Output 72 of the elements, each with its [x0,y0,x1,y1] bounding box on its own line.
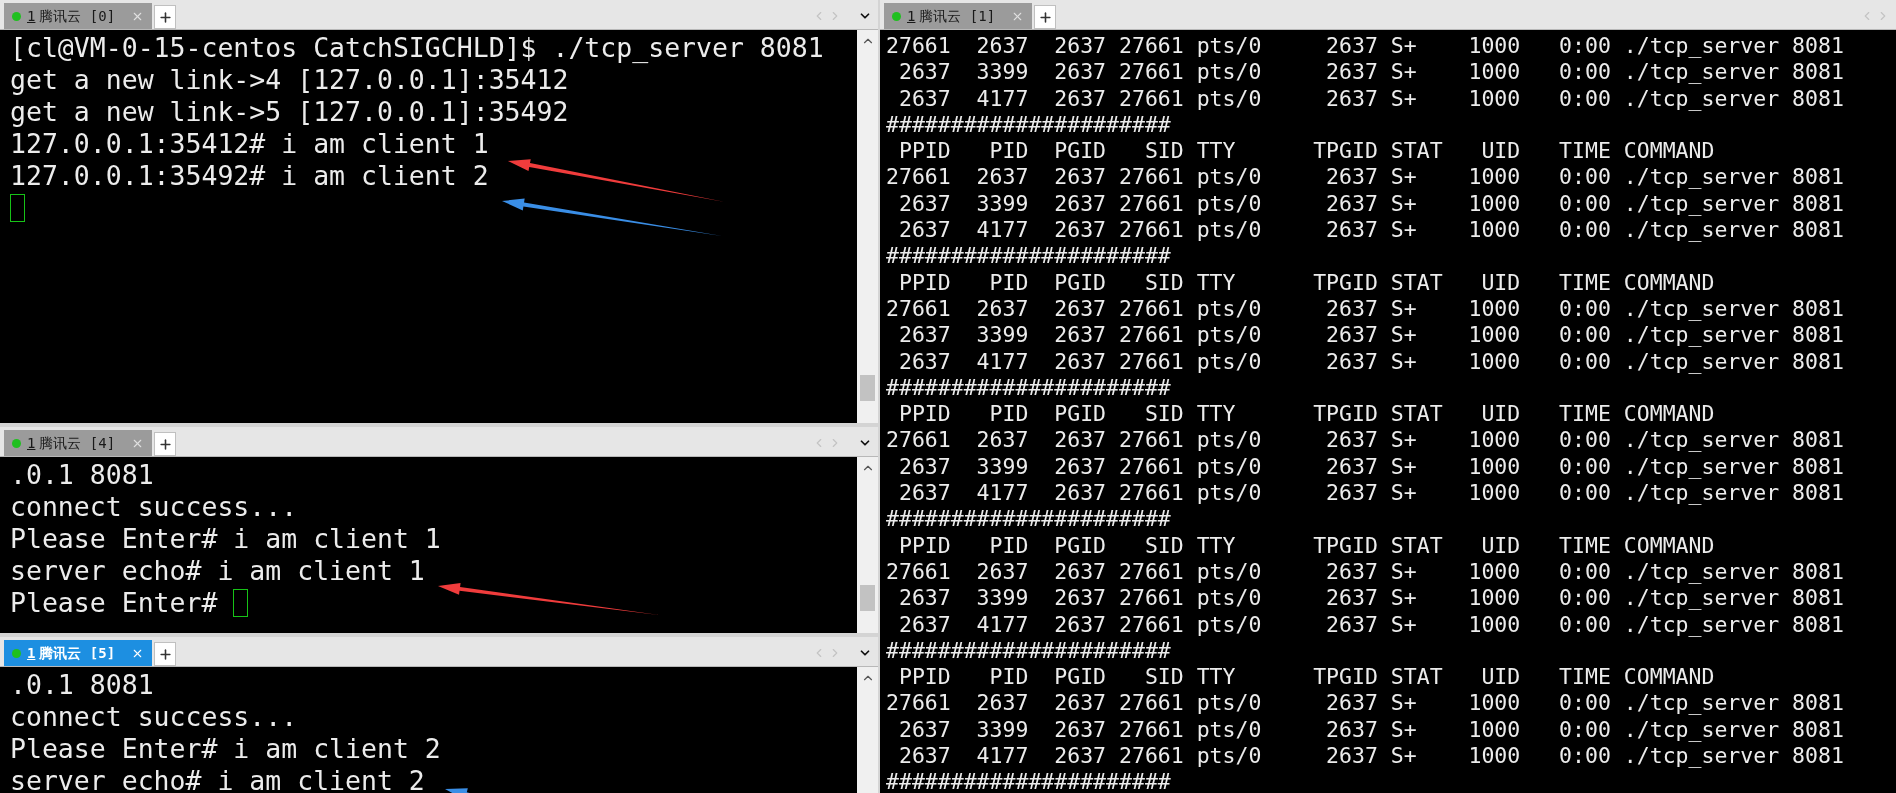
terminal-line: connect success... [10,491,298,523]
plus-icon [157,646,173,662]
terminal-line: 2637 4177 2637 27661 pts/0 2637 S+ 1000 0:00 ./tcp_server 8081 [897,217,1844,244]
tab[interactable]: 1 腾讯云 [1] [884,3,1032,29]
terminal-line: 2637 4177 2637 27661 pts/0 2637 S+ 1000 0:00 ./tcp_server 8081 [897,743,1844,770]
terminal-line: ###################### [886,111,1171,139]
terminal-line: 2637 3399 2637 27661 pts/0 2637 S+ 1000 0:00 ./tcp_server 8081 [897,322,1844,349]
terminal-line: 2637 3399 2637 27661 pts/0 2637 S+ 1000 0:00 ./tcp_server 8081 [897,59,1844,86]
terminal-line: PPID PID PGID SID TTY TPGID STAT UID TIME COMMAND [897,138,1715,165]
terminal-line: Please Enter# [10,587,219,619]
terminal-line: PPID PID PGID SID TTY TPGID STAT UID TIME COMMAND [897,401,1715,428]
scroll-thumb[interactable] [860,585,875,611]
terminal-line: 2637 3399 2637 27661 pts/0 2637 S+ 1000 0:00 ./tcp_server 8081 [897,716,1844,743]
terminal-line: 27661 2637 2637 27661 pts/0 2637 S+ 1000 0:00 ./tcp_server 8081 [886,690,1844,717]
tab[interactable]: 1 腾讯云 [4] [4,430,152,456]
terminal-line: PPID PID PGID SID TTY TPGID STAT UID TIME COMMAND [897,269,1715,296]
tab-number: 1 [27,643,36,663]
terminal[interactable]: .0.1 8081 connect success... Please Enter# i am client 2 server echo# i am client 2 [0,667,857,793]
terminal-line: ###################### [886,506,1171,533]
terminal-line: Please Enter# i am client 2 [10,733,441,765]
new-tab-button[interactable] [1034,5,1056,29]
terminal-line: 2637 4177 2637 27661 pts/0 2637 S+ 1000 0:00 ./tcp_server 8081 [897,480,1844,507]
tab-label: 腾讯云 [4] [39,433,116,453]
terminal-line: ###################### [886,374,1171,402]
tab-label: 腾讯云 [1] [919,6,996,26]
tab-label: 腾讯云 [5] [39,643,116,663]
terminal[interactable]: .0.1 8081 connect success... Please Enter# i am client 1 server echo# i am client 1 Please Enter# [0,457,857,633]
terminal-line: ###################### [886,243,1171,270]
terminal-line: connect success... [10,701,298,733]
terminal-line: 2637 3399 2637 27661 pts/0 2637 S+ 1000 0:00 ./tcp_server 8081 [897,190,1844,218]
terminal-line: .0.1 8081 [10,669,154,701]
scrollbar[interactable] [857,667,878,793]
terminal-line: 27661 2637 2637 27661 pts/0 2637 S+ 1000 0:00 ./tcp_server 8081 [886,33,1844,60]
terminal-line: 2637 4177 2637 27661 pts/0 2637 S+ 1000 0:00 ./tcp_server 8081 [897,85,1844,112]
tab-label: 腾讯云 [0] [39,6,116,26]
terminal-line: ###################### [886,769,1171,793]
tab-number: 1 [27,6,36,26]
terminal-line: PPID PID PGID SID TTY TPGID STAT UID TIME COMMAND [897,664,1715,691]
plus-icon [157,436,173,452]
terminal-line: Please Enter# i am client 1 [10,523,441,555]
terminal[interactable] [880,30,1896,793]
terminal[interactable]: [cl@VM-0-15-centos CatchSIGCHLD]$ ./tcp_server 8081 get a new link->4 [127.0.0.1]:35412 get a new link->5 [127.0.0.1]:35492 127.0.0.1:35412# i am client 1 127.0.0.1:35492# i am client 2 [0,30,857,423]
new-tab-button[interactable] [154,5,176,29]
tab[interactable]: 1 腾讯云 [0] [4,3,152,29]
terminal-line: 2637 3399 2637 27661 pts/0 2637 S+ 1000 0:00 ./tcp_server 8081 [897,585,1844,612]
terminal-line: .0.1 8081 [10,459,154,491]
scrollbar[interactable] [857,30,878,423]
scrollbar[interactable] [857,457,878,633]
terminal-line: 2637 4177 2637 27661 pts/0 2637 S+ 1000 0:00 ./tcp_server 8081 [897,611,1844,638]
plus-icon [1037,9,1053,25]
terminal-line: 2637 3399 2637 27661 pts/0 2637 S+ 1000 0:00 ./tcp_server 8081 [897,453,1844,481]
terminal-line: 127.0.0.1:35412# i am client 1 [10,128,489,160]
new-tab-button[interactable] [154,642,176,666]
tab-number: 1 [907,6,916,26]
terminal-line: 27661 2637 2637 27661 pts/0 2637 S+ 1000 0:00 ./tcp_server 8081 [886,295,1844,323]
terminal-line: 27661 2637 2637 27661 pts/0 2637 S+ 1000 0:00 ./tcp_server 8081 [886,427,1844,454]
plus-icon [157,9,173,25]
terminal-line: server echo# i am client 1 [10,555,425,587]
terminal-line: ###################### [886,637,1171,665]
terminal-line: 127.0.0.1:35492# i am client 2 [10,160,489,192]
terminal-line: 2637 4177 2637 27661 pts/0 2637 S+ 1000 0:00 ./tcp_server 8081 [897,348,1844,375]
tab-number: 1 [27,433,36,453]
terminal-line: get a new link->4 [127.0.0.1]:35412 [10,64,569,96]
terminal-line: 27661 2637 2637 27661 pts/0 2637 S+ 1000 0:00 ./tcp_server 8081 [886,558,1844,586]
tab[interactable]: 1 腾讯云 [5] [4,640,152,666]
terminal-line: PPID PID PGID SID TTY TPGID STAT UID TIME COMMAND [897,532,1715,559]
new-tab-button[interactable] [154,432,176,456]
scroll-thumb[interactable] [860,375,875,401]
terminal-line: get a new link->5 [127.0.0.1]:35492 [10,96,569,128]
terminal-line: [cl@VM-0-15-centos CatchSIGCHLD]$ ./tcp_server 8081 [10,32,824,64]
terminal-line: server echo# i am client 2 [10,765,425,793]
terminal-line: 27661 2637 2637 27661 pts/0 2637 S+ 1000 0:00 ./tcp_server 8081 [886,164,1844,191]
